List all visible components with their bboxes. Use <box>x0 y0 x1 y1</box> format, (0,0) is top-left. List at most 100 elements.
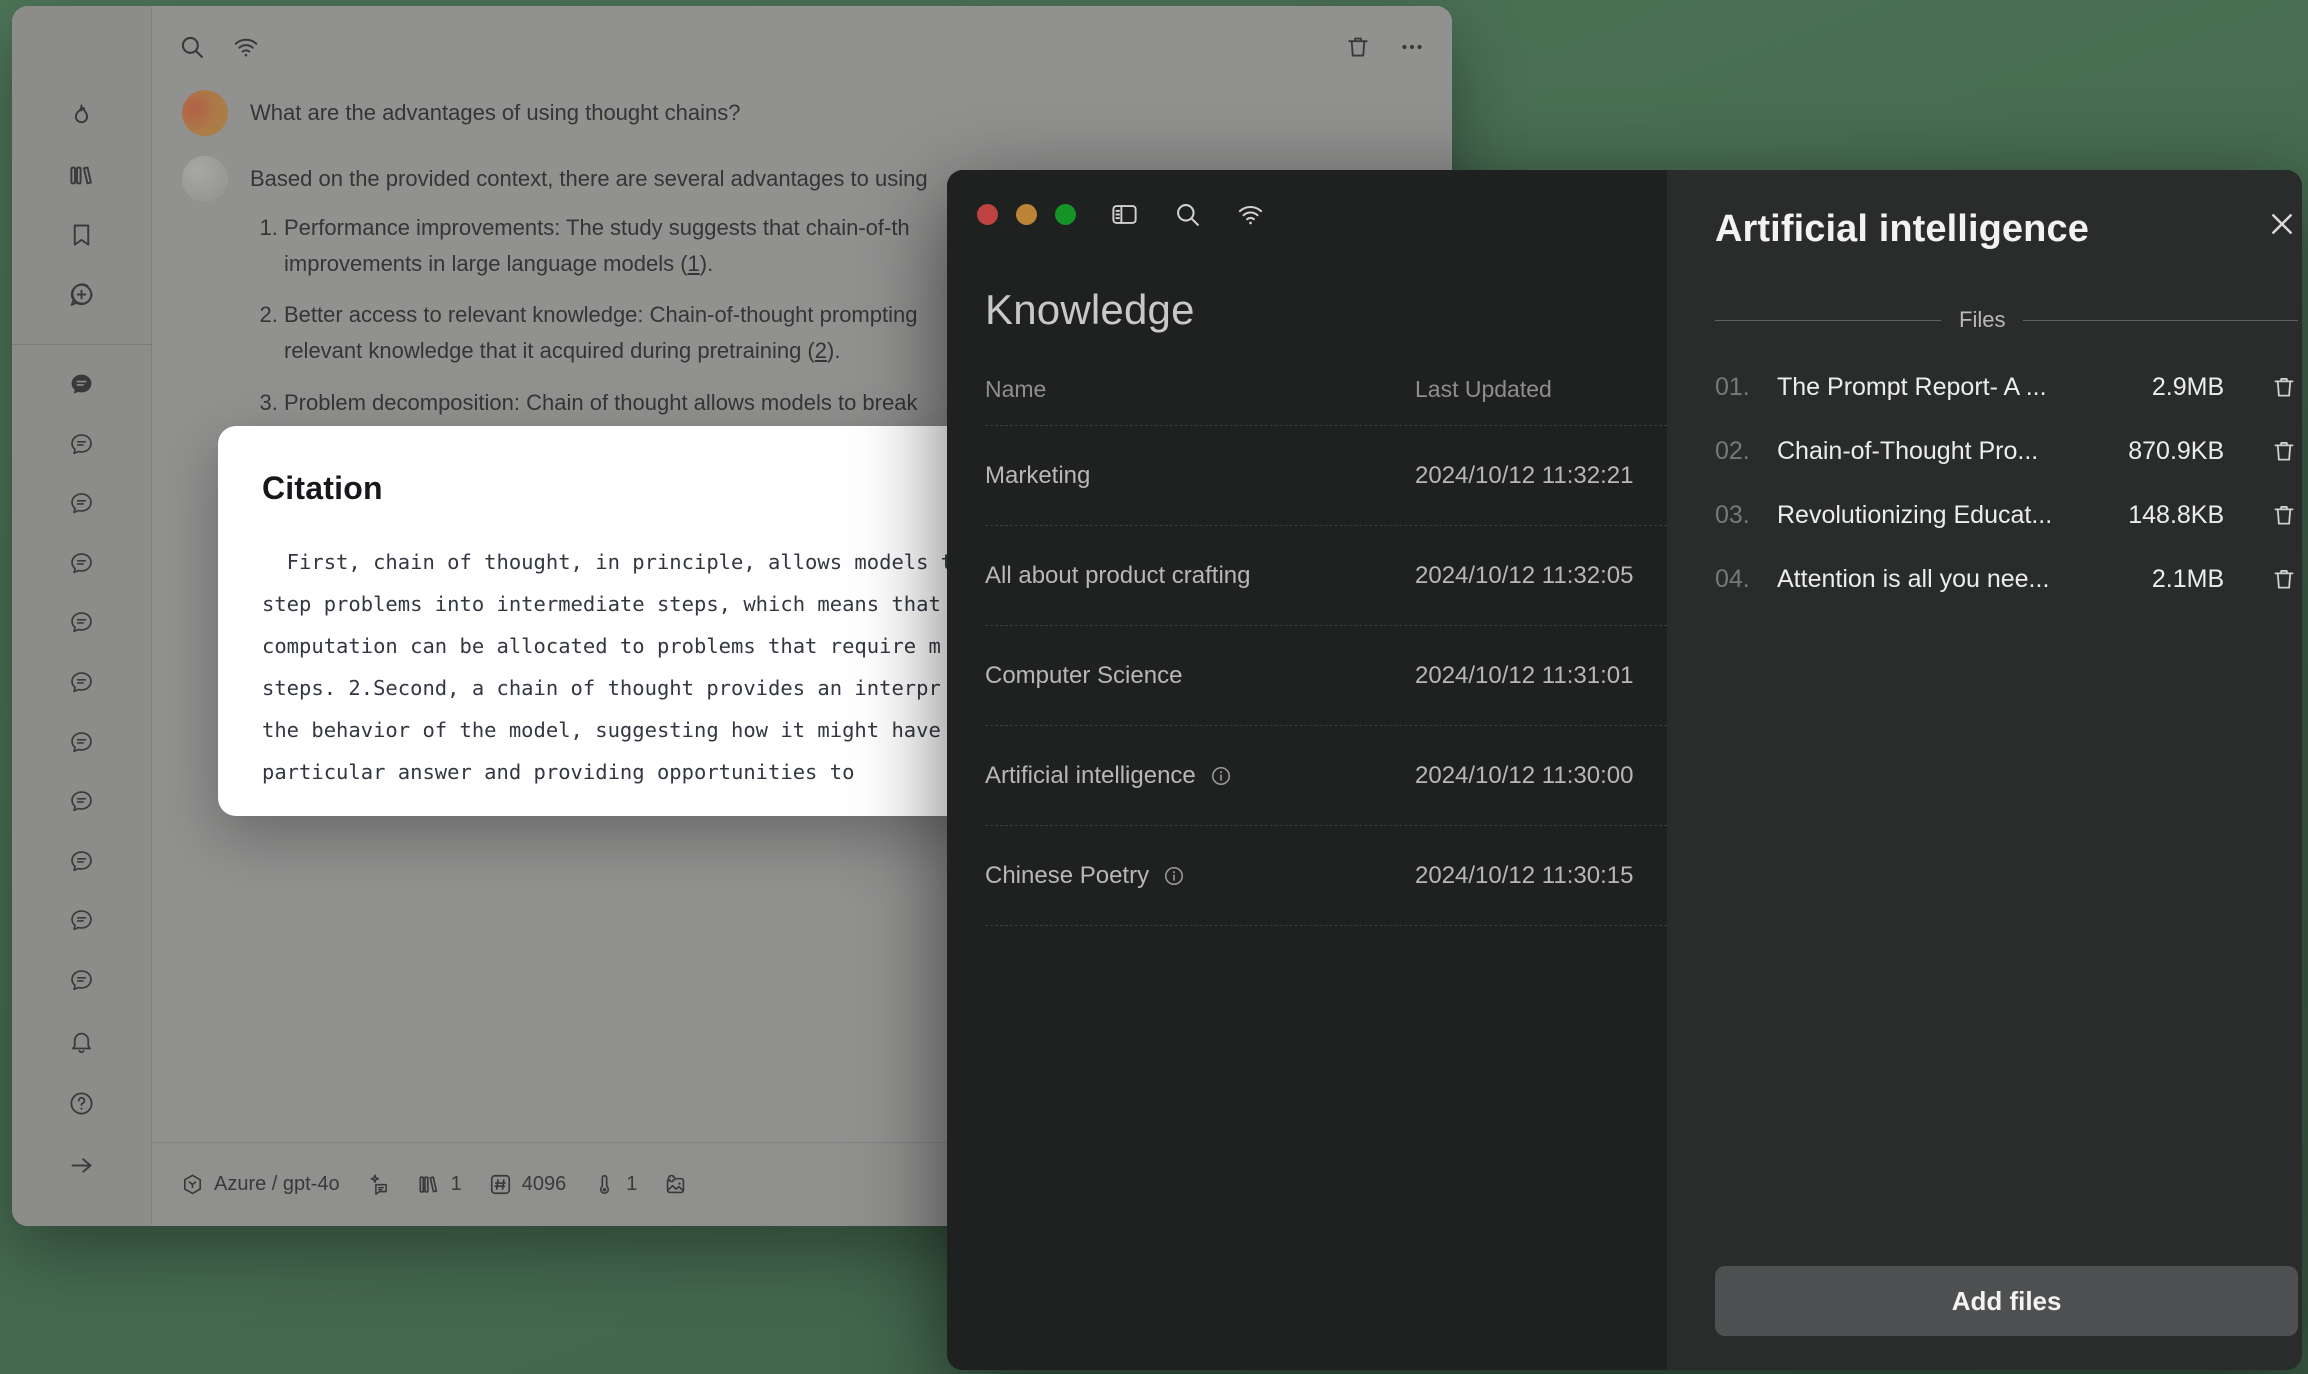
cube-icon <box>180 1172 205 1197</box>
books-icon <box>417 1172 442 1197</box>
trash-icon[interactable] <box>2236 565 2298 593</box>
table-row[interactable]: Chinese Poetry 2024/10/12 11:30:15 <box>985 825 1667 925</box>
knowledge-detail-panel: Artificial intelligence Files 01. The Pr… <box>1667 170 2302 1370</box>
files-list: 01. The Prompt Report- A ... 2.9MB 02. C… <box>1715 355 2298 611</box>
point-line3: ). <box>827 337 841 363</box>
model-selector[interactable]: Azure / gpt-4o <box>180 1172 340 1197</box>
row-name-label: Artificial intelligence <box>985 761 1196 789</box>
row-name: Artificial intelligence <box>985 762 1415 790</box>
table-row[interactable]: Computer Science 2024/10/12 11:31:01 <box>985 625 1667 725</box>
list-item[interactable]: 02. Chain-of-Thought Pro... 870.9KB <box>1715 419 2298 483</box>
file-index: 04. <box>1715 564 1750 593</box>
file-name: Revolutionizing Educat... <box>1777 500 2053 529</box>
chat-thread-5[interactable] <box>59 601 105 645</box>
books-icon[interactable] <box>59 154 105 198</box>
point-line2: improvements in large language models ( <box>284 250 688 276</box>
add-image-button[interactable] <box>663 1172 688 1197</box>
trash-icon[interactable] <box>2236 373 2298 401</box>
network-icon[interactable] <box>232 33 260 61</box>
sidebar-toggle-icon[interactable] <box>1110 200 1139 229</box>
chat-thread-11[interactable] <box>59 958 105 1002</box>
list-item[interactable]: 01. The Prompt Report- A ... 2.9MB <box>1715 355 2298 419</box>
row-last-updated: 2024/10/12 11:32:21 <box>1415 461 1634 489</box>
flame-icon[interactable] <box>59 94 105 138</box>
row-name-label: Computer Science <box>985 661 1183 689</box>
plus-bubble-icon[interactable] <box>59 273 105 317</box>
info-icon[interactable] <box>1163 865 1185 887</box>
knowledge-count-label: 1 <box>450 1173 462 1195</box>
network-icon[interactable] <box>1236 200 1265 229</box>
bell-icon[interactable] <box>59 1018 105 1064</box>
row-name: Marketing <box>985 462 1415 490</box>
table-row[interactable]: Artificial intelligence 2024/10/12 11:30… <box>985 725 1667 825</box>
knowledge-topbar <box>947 170 1667 258</box>
file-size: 2.9MB <box>2151 372 2225 401</box>
point-line2: relevant knowledge that it acquired duri… <box>284 337 815 363</box>
table-row[interactable]: Marketing 2024/10/12 11:32:21 <box>985 425 1667 525</box>
row-name-label: Marketing <box>985 461 1091 489</box>
model-label: Azure / gpt-4o <box>214 1173 340 1195</box>
file-size: 2.1MB <box>2151 564 2225 593</box>
row-last-updated: 2024/10/12 11:30:00 <box>1415 761 1634 789</box>
chat-thread-6[interactable] <box>59 661 105 705</box>
more-icon[interactable] <box>1398 33 1426 61</box>
chat-topbar <box>152 6 1452 88</box>
dialog-title: Citation <box>262 470 383 506</box>
minimize-button[interactable] <box>1016 203 1037 225</box>
knowledge-main-pane: Knowledge Name Last Updated Marketing 20… <box>947 170 1667 1370</box>
row-name-label: Chinese Poetry <box>985 861 1150 889</box>
table-row[interactable]: All about product crafting 2024/10/12 11… <box>985 525 1667 625</box>
chat-thread-2[interactable] <box>59 423 105 467</box>
sparkle-icon <box>366 1172 391 1197</box>
citation-link[interactable]: 2 <box>815 338 827 363</box>
list-item[interactable]: 03. Revolutionizing Educat... 148.8KB <box>1715 483 2298 547</box>
temperature-setting[interactable]: 1 <box>592 1172 637 1197</box>
row-last-updated: 2024/10/12 11:32:05 <box>1415 561 1634 589</box>
file-size: 148.8KB <box>2128 500 2225 529</box>
knowledge-count[interactable]: 1 <box>417 1172 462 1197</box>
token-limit[interactable]: 4096 <box>488 1172 567 1197</box>
trash-icon[interactable] <box>1344 33 1372 61</box>
chat-thread-3[interactable] <box>59 482 105 526</box>
table-header: Name Last Updated <box>985 376 1667 425</box>
bookmark-icon[interactable] <box>59 213 105 257</box>
help-icon[interactable] <box>59 1080 105 1126</box>
row-name: All about product crafting <box>985 562 1415 590</box>
info-icon[interactable] <box>1210 765 1232 787</box>
message-user: What are the advantages of using thought… <box>152 88 1452 136</box>
close-icon[interactable] <box>2266 208 2298 240</box>
search-icon[interactable] <box>178 33 206 61</box>
token-limit-label: 4096 <box>521 1173 567 1195</box>
avatar <box>182 156 228 202</box>
chat-thread-4[interactable] <box>59 542 105 586</box>
point-line1: Performance improvements: The study sugg… <box>284 215 910 241</box>
chat-thread-7[interactable] <box>59 720 105 764</box>
arrow-right-icon[interactable] <box>59 1142 105 1188</box>
citation-link[interactable]: 1 <box>688 251 700 276</box>
file-index: 03. <box>1715 500 1750 529</box>
trash-icon[interactable] <box>2236 437 2298 465</box>
trash-icon[interactable] <box>2236 501 2298 529</box>
table-bottom-divider <box>985 925 1667 926</box>
knowledge-window: Knowledge Name Last Updated Marketing 20… <box>947 170 2302 1370</box>
window-controls <box>977 203 1076 225</box>
chat-thread-10[interactable] <box>59 899 105 943</box>
page-title: Knowledge <box>985 286 1195 333</box>
chat-thread-9[interactable] <box>59 839 105 883</box>
chat-thread-8[interactable] <box>59 780 105 824</box>
add-files-button[interactable]: Add files <box>1715 1266 2299 1336</box>
list-item[interactable]: 04. Attention is all you nee... 2.1MB <box>1715 547 2298 611</box>
column-header-name[interactable]: Name <box>985 376 1415 403</box>
maximize-button[interactable] <box>1055 203 1076 225</box>
panel-header: Artificial intelligence <box>1715 208 2298 251</box>
close-button[interactable] <box>977 203 998 225</box>
row-name: Computer Science <box>985 662 1415 690</box>
prompt-magic-button[interactable] <box>366 1172 391 1197</box>
search-icon[interactable] <box>1173 200 1202 229</box>
files-section-label: Files <box>1959 307 2006 332</box>
files-section-divider: Files <box>1715 307 2299 333</box>
row-last-updated: 2024/10/12 11:30:15 <box>1415 861 1634 889</box>
chat-thread-1[interactable] <box>59 363 105 407</box>
column-header-last-updated[interactable]: Last Updated <box>1415 376 1667 403</box>
file-index: 01. <box>1715 372 1750 401</box>
